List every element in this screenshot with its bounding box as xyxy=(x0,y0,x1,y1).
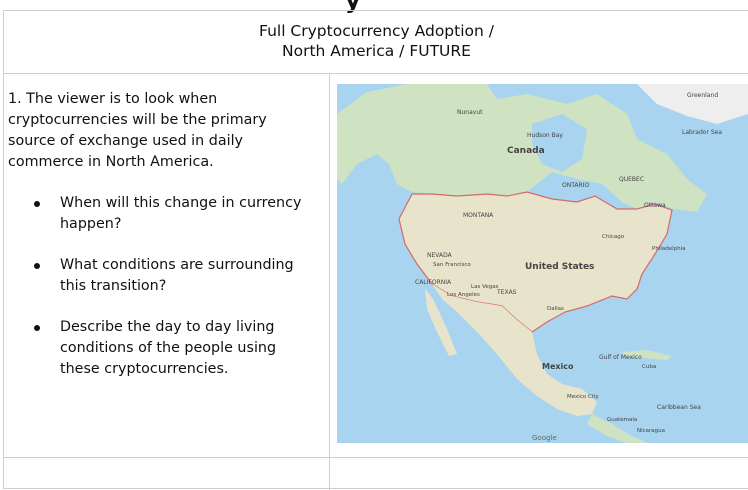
map-label-california: CALIFORNIA xyxy=(415,279,452,286)
map-label-texas: TEXAS xyxy=(497,289,517,296)
map-label-los-angeles: Los Angeles xyxy=(447,292,480,298)
bullet-text: What conditions are surrounding this tra… xyxy=(60,257,294,294)
map-label-united-states: United States xyxy=(525,262,595,272)
map-label-las-vegas: Las Vegas xyxy=(471,284,499,290)
bullet-icon xyxy=(34,201,40,207)
bullet-text: Describe the day to day living condition… xyxy=(60,319,277,377)
prompt-bullet-list: When will this change in currency happen… xyxy=(8,193,313,380)
prompt-cell: 1. The viewer is to look when cryptocurr… xyxy=(8,89,313,400)
map-label-quebec: QUEBEC xyxy=(619,176,645,183)
map-label-philadelphia: Philadelphia xyxy=(652,246,686,252)
map-label-cuba: Cuba xyxy=(642,364,657,370)
map-label-dallas: Dallas xyxy=(547,306,564,312)
north-america-map: Canada Hudson Bay Greenland Nunavut Labr… xyxy=(337,84,748,443)
row-divider xyxy=(4,457,748,458)
map-label-gulf-of-mexico: Gulf of Mexico xyxy=(599,354,642,361)
bullet-icon xyxy=(34,325,40,331)
map-label-canada: Canada xyxy=(507,146,545,156)
map-label-caribbean-sea: Caribbean Sea xyxy=(657,404,701,411)
map-label-san-francisco: San Francisco xyxy=(433,262,471,268)
map-label-chicago: Chicago xyxy=(602,234,625,240)
page-title-line-2: North America / FUTURE xyxy=(282,42,471,60)
prompt-intro: 1. The viewer is to look when cryptocurr… xyxy=(8,91,267,170)
map-label-mexico: Mexico xyxy=(542,362,574,371)
map-label-labrador-sea: Labrador Sea xyxy=(682,129,723,136)
list-item: What conditions are surrounding this tra… xyxy=(34,255,313,297)
list-item: When will this change in currency happen… xyxy=(34,193,313,235)
map-label-mexico-city: Mexico City xyxy=(567,394,599,400)
map-label-greenland: Greenland xyxy=(687,92,719,99)
list-item: Describe the day to day living condition… xyxy=(34,317,313,380)
map-label-nevada: NEVADA xyxy=(427,252,452,259)
column-divider xyxy=(329,74,330,490)
page-title-line-1: Full Cryptocurrency Adoption / xyxy=(259,22,494,40)
map-label-nunavut: Nunavut xyxy=(457,109,483,116)
map-label-nicaragua: Nicaragua xyxy=(637,428,666,434)
map-label-guatemala: Guatemala xyxy=(607,417,638,423)
map-label-montana: MONTANA xyxy=(463,212,494,219)
bullet-text: When will this change in currency happen… xyxy=(60,195,302,232)
header-cell: Full Cryptocurrency Adoption / North Ame… xyxy=(4,11,748,74)
bullet-icon xyxy=(34,263,40,269)
map-label-hudson-bay: Hudson Bay xyxy=(527,132,563,139)
map-label-ottawa: Ottawa xyxy=(644,202,666,209)
map-label-google: Google xyxy=(532,434,557,442)
map-label-ontario: ONTARIO xyxy=(562,182,590,189)
